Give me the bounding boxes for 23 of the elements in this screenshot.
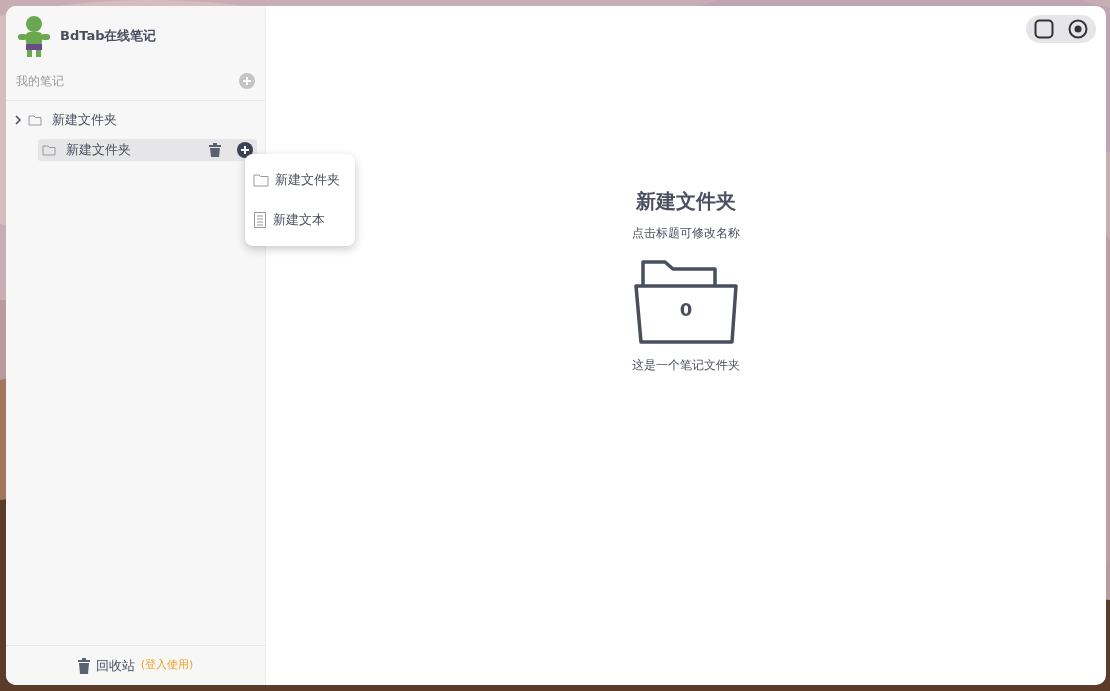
login-note: (登入使用) bbox=[140, 657, 194, 674]
trash-icon[interactable] bbox=[209, 143, 221, 157]
add-icon[interactable] bbox=[237, 142, 253, 158]
square-icon[interactable] bbox=[1034, 19, 1054, 39]
folder-icon bbox=[28, 114, 42, 126]
tree-item[interactable]: 新建文件夹 bbox=[38, 139, 257, 161]
section-label: 我的笔记 bbox=[16, 73, 64, 90]
note-count: 0 bbox=[678, 298, 694, 322]
document-icon bbox=[253, 212, 267, 228]
mascot-icon bbox=[16, 14, 52, 58]
record-icon[interactable] bbox=[1068, 19, 1088, 39]
menu-item[interactable]: 新建文件夹 bbox=[245, 160, 355, 200]
recycle-bin-link[interactable]: 回收站 bbox=[95, 655, 135, 676]
tree-item[interactable]: 新建文件夹 bbox=[10, 109, 257, 131]
chevron-icon[interactable] bbox=[14, 115, 22, 125]
folder-title[interactable]: 新建文件夹 bbox=[636, 186, 736, 216]
app-title: BdTab在线笔记 bbox=[60, 27, 157, 46]
menu-item[interactable]: 新建文本 bbox=[245, 200, 355, 240]
folder-icon bbox=[42, 144, 56, 156]
hint-text: 点击标题可修改名称 bbox=[632, 225, 740, 242]
trash-icon[interactable] bbox=[77, 657, 90, 674]
caption-text: 这是一个笔记文件夹 bbox=[632, 357, 740, 374]
folder-icon bbox=[253, 173, 269, 187]
